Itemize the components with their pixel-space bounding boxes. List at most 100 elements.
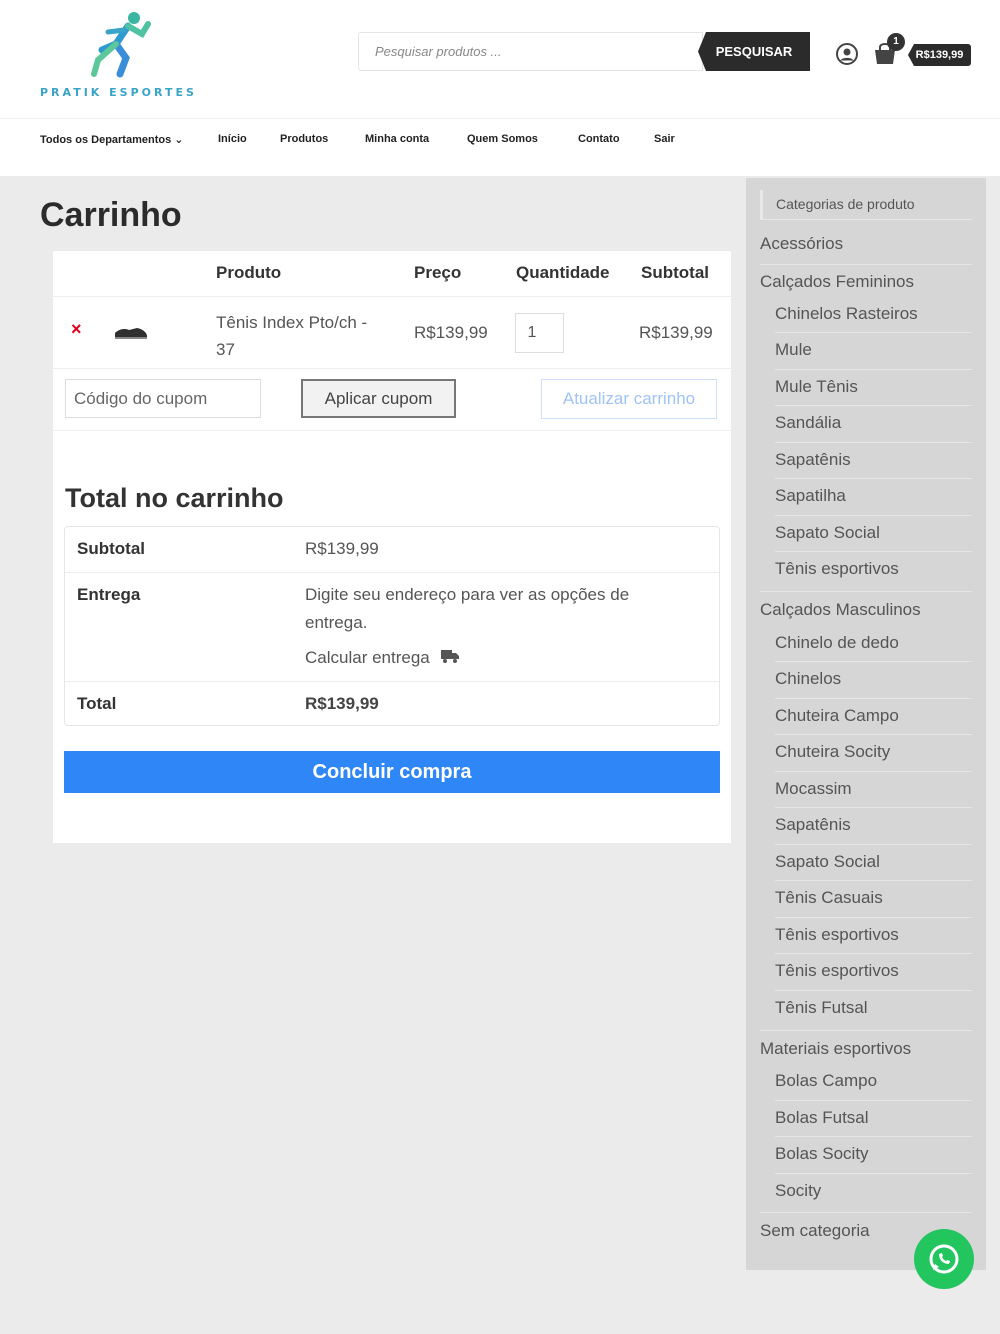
category-sem-categoria[interactable]: Sem categoria — [760, 1221, 870, 1241]
subcategory-item[interactable]: Bolas Campo — [775, 1071, 877, 1091]
divider — [775, 515, 972, 516]
divider — [775, 1100, 972, 1101]
category-calcados-femininos[interactable]: Calçados Femininos — [760, 272, 914, 292]
column-header-subtotal: Subtotal — [641, 263, 709, 282]
divider — [760, 591, 972, 592]
divider — [775, 844, 972, 845]
product-name-link[interactable]: Tênis Index Pto/ch - 37 — [216, 309, 386, 363]
product-categories-sidebar: Categorias de produto Acessórios Calçado… — [746, 178, 986, 1270]
subcategory-item[interactable]: Mule Tênis — [775, 377, 858, 397]
runner-logo-icon — [91, 12, 151, 78]
nav-item-contato[interactable]: Contato — [578, 133, 620, 145]
total-label: Total — [77, 694, 117, 713]
subcategory-item[interactable]: Bolas Socity — [775, 1144, 869, 1164]
subcategory-item[interactable]: Chinelo de dedo — [775, 633, 899, 653]
nav-item-quem-somos[interactable]: Quem Somos — [467, 133, 538, 145]
subtotal-label: Subtotal — [77, 539, 145, 558]
subcategory-item[interactable]: Socity — [775, 1181, 821, 1201]
subcategory-item[interactable]: Sapatênis — [775, 815, 851, 835]
coupon-row: Aplicar cupom Atualizar carrinho — [53, 369, 731, 431]
divider — [775, 478, 972, 479]
cart-count-badge[interactable]: 1 — [887, 33, 905, 51]
nav-item-label: Todos os Departamentos — [40, 134, 172, 146]
update-cart-button[interactable]: Atualizar carrinho — [541, 379, 717, 419]
category-materiais-esportivos[interactable]: Materiais esportivos — [760, 1039, 911, 1059]
quantity-input[interactable] — [515, 313, 564, 353]
divider — [775, 807, 972, 808]
chevron-down-icon: ⌄ — [174, 134, 184, 146]
shipping-label: Entrega — [77, 585, 141, 604]
subcategory-item[interactable]: Tênis esportivos — [775, 961, 899, 981]
sidebar-title: Categorias de produto — [760, 190, 972, 220]
column-header-quantity: Quantidade — [516, 263, 610, 282]
subcategory-item[interactable]: Sapato Social — [775, 852, 880, 872]
search-button[interactable]: PESQUISAR — [698, 32, 810, 71]
calculate-shipping-link[interactable]: Calcular entrega — [305, 644, 460, 672]
subcategory-item[interactable]: Tênis Futsal — [775, 998, 868, 1018]
table-row: × Tênis Index Pto/ch - 37 R$139,99 R$139… — [53, 297, 731, 369]
search-bar: PESQUISAR — [358, 32, 810, 71]
nav-item-sair[interactable]: Sair — [654, 133, 675, 145]
coupon-code-input[interactable] — [65, 379, 261, 418]
category-acessorios[interactable]: Acessórios — [760, 234, 843, 254]
subcategory-item[interactable]: Sapato Social — [775, 523, 880, 543]
divider — [775, 917, 972, 918]
divider — [775, 734, 972, 735]
subcategory-item[interactable]: Sapatênis — [775, 450, 851, 470]
checkout-button[interactable]: Concluir compra — [64, 751, 720, 793]
apply-coupon-button[interactable]: Aplicar cupom — [301, 379, 456, 418]
subtotal-value: R$139,99 — [305, 539, 379, 558]
column-header-product: Produto — [216, 263, 282, 282]
cart-totals-table: Subtotal R$139,99 Entrega Digite seu end… — [64, 526, 720, 726]
cart-totals-title: Total no carrinho — [65, 483, 284, 513]
product-subtotal: R$139,99 — [639, 323, 713, 342]
nav-item-departments[interactable]: Todos os Departamentos ⌄ — [40, 133, 184, 146]
total-value: R$139,99 — [305, 694, 379, 713]
category-calcados-masculinos[interactable]: Calçados Masculinos — [760, 600, 921, 620]
truck-icon — [441, 650, 460, 663]
nav-item-inicio[interactable]: Início — [218, 133, 247, 145]
subcategory-item[interactable]: Chinelos Rasteiros — [775, 304, 918, 324]
product-thumbnail[interactable] — [113, 323, 149, 341]
subcategory-item[interactable]: Chuteira Campo — [775, 706, 899, 726]
subcategory-item[interactable]: Mule — [775, 340, 812, 360]
subcategory-item[interactable]: Tênis esportivos — [775, 925, 899, 945]
subcategory-item[interactable]: Chuteira Socity — [775, 742, 890, 762]
divider — [775, 332, 972, 333]
subcategory-item[interactable]: Chinelos — [775, 669, 841, 689]
brand-name: PRATIK ESPORTES — [40, 86, 197, 99]
whatsapp-button[interactable] — [914, 1229, 974, 1289]
subcategory-item[interactable]: Sapatilha — [775, 486, 846, 506]
user-circle-icon[interactable] — [835, 42, 859, 66]
totals-row-shipping: Entrega Digite seu endereço para ver as … — [65, 573, 719, 682]
nav-item-minha-conta[interactable]: Minha conta — [365, 133, 429, 145]
nav-item-produtos[interactable]: Produtos — [280, 133, 328, 145]
divider — [775, 698, 972, 699]
subcategory-item[interactable]: Tênis Casuais — [775, 888, 883, 908]
divider — [760, 1030, 972, 1031]
search-input[interactable] — [358, 32, 703, 71]
brand-logo[interactable]: PRATIK ESPORTES — [40, 10, 200, 102]
divider — [775, 771, 972, 772]
subcategory-item[interactable]: Mocassim — [775, 779, 852, 799]
divider — [775, 880, 972, 881]
cart-card: Produto Preço Quantidade Subtotal × Têni… — [53, 251, 731, 843]
divider — [775, 551, 972, 552]
subcategory-item[interactable]: Sandália — [775, 413, 841, 433]
subcategory-item[interactable]: Bolas Futsal — [775, 1108, 869, 1128]
divider — [775, 953, 972, 954]
whatsapp-icon — [929, 1244, 959, 1274]
totals-row-subtotal: Subtotal R$139,99 — [65, 527, 719, 573]
subcategory-item[interactable]: Tênis esportivos — [775, 559, 899, 579]
totals-row-total: Total R$139,99 — [65, 682, 719, 726]
divider — [760, 1212, 972, 1213]
main-navigation: Todos os Departamentos ⌄ Início Produtos… — [0, 118, 1000, 176]
divider — [775, 990, 972, 991]
remove-item-button[interactable]: × — [71, 319, 82, 340]
divider — [775, 442, 972, 443]
cart-table-header: Produto Preço Quantidade Subtotal — [53, 251, 731, 297]
divider — [775, 405, 972, 406]
product-price: R$139,99 — [414, 323, 488, 342]
cart-total-badge[interactable]: R$139,99 — [908, 44, 971, 66]
calculate-shipping-label: Calcular entrega — [305, 648, 430, 667]
